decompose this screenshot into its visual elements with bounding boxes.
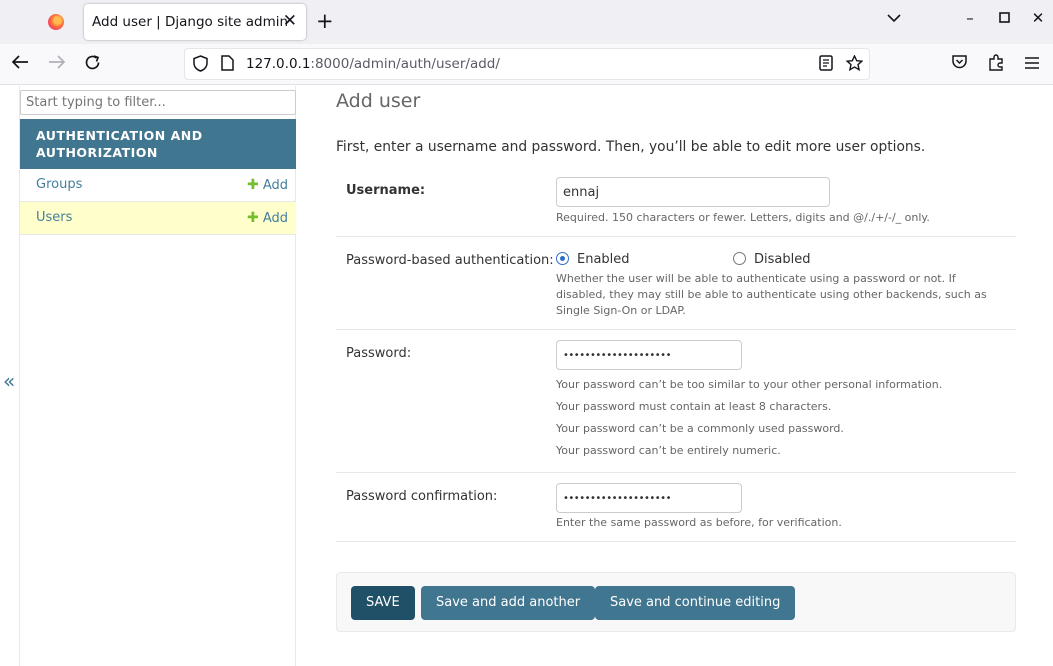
username-input[interactable]	[556, 177, 830, 207]
nav-bar: 127.0.0.1:8000/admin/auth/user/add/	[0, 44, 1053, 85]
pocket-icon[interactable]	[951, 54, 968, 75]
username-row: Username: Required. 150 characters or fe…	[336, 168, 1016, 237]
minimize-icon[interactable]: –	[960, 9, 980, 27]
password-confirm-help: Enter the same password as before, for v…	[556, 516, 842, 529]
save-button[interactable]: SAVE	[351, 586, 415, 620]
firefox-logo-icon[interactable]	[48, 14, 64, 30]
page-info-icon[interactable]	[221, 55, 234, 75]
tab-title: Add user | Django site admin	[92, 14, 289, 30]
username-label: Username:	[346, 183, 426, 198]
username-help: Required. 150 characters or fewer. Lette…	[556, 211, 930, 224]
usable-password-row: Password-based authentication: Enabled D…	[336, 237, 1016, 330]
password-help-item: Your password can’t be entirely numeric.	[556, 444, 781, 457]
password-help-item: Your password can’t be too similar to yo…	[556, 378, 943, 391]
password-label: Password:	[346, 346, 412, 361]
sidebar-filter-input[interactable]	[20, 90, 296, 115]
password-confirm-label: Password confirmation:	[346, 489, 498, 504]
maximize-icon[interactable]	[994, 9, 1014, 27]
radio-disabled[interactable]: Disabled	[733, 252, 810, 267]
back-arrow-icon[interactable]	[11, 54, 29, 75]
url-host: 127.0.0.1	[246, 56, 311, 72]
url-path: :8000/admin/auth/user/add/	[310, 56, 500, 72]
submit-row: SAVE Save and add another Save and conti…	[336, 572, 1016, 632]
url-text[interactable]: 127.0.0.1:8000/admin/auth/user/add/	[246, 56, 500, 72]
tracking-protection-shield-icon[interactable]	[193, 55, 208, 76]
usable-password-label: Password-based authentication:	[346, 253, 554, 268]
password-row: Password: Your password can’t be too sim…	[336, 330, 1016, 473]
password-confirm-input[interactable]	[556, 483, 742, 513]
radio-disabled-dot[interactable]	[733, 252, 746, 265]
address-bar[interactable]: 127.0.0.1:8000/admin/auth/user/add/	[184, 48, 870, 80]
close-tab-icon[interactable]: ✕	[283, 11, 297, 31]
password-help-item: Your password must contain at least 8 ch…	[556, 400, 832, 413]
radio-enabled-label: Enabled	[577, 252, 630, 267]
add-plus-icon: ✚	[246, 210, 259, 226]
sidebar-item-groups: Groups ✚ Add	[20, 169, 296, 202]
password-input[interactable]	[556, 340, 742, 370]
groups-add-label: Add	[262, 178, 288, 193]
radio-disabled-label: Disabled	[754, 252, 811, 267]
radio-enabled[interactable]: Enabled	[556, 252, 630, 267]
nav-sidebar: AUTHENTICATION AND AUTHORIZATION Groups …	[19, 86, 296, 666]
users-add-link[interactable]: ✚ Add	[247, 210, 288, 226]
usable-password-help: Whether the user will be able to authent…	[556, 272, 987, 317]
tab-bar: Add user | Django site admin ✕ + – ✕	[0, 0, 1053, 44]
users-link[interactable]: Users	[36, 210, 72, 225]
page-title: Add user	[336, 90, 421, 112]
module-caption-auth[interactable]: AUTHENTICATION AND AUTHORIZATION	[20, 119, 296, 169]
extensions-puzzle-icon[interactable]	[988, 54, 1004, 76]
list-all-tabs-chevron-icon[interactable]	[887, 12, 901, 27]
reader-view-icon[interactable]	[819, 55, 833, 75]
save-and-add-another-button[interactable]: Save and add another	[421, 586, 596, 620]
hamburger-menu-icon[interactable]	[1024, 54, 1040, 75]
reload-icon[interactable]	[84, 54, 101, 76]
add-plus-icon: ✚	[246, 177, 259, 193]
save-and-continue-button[interactable]: Save and continue editing	[595, 586, 796, 620]
intro-text: First, enter a username and password. Th…	[336, 139, 926, 155]
active-tab[interactable]: Add user | Django site admin ✕	[84, 4, 306, 40]
collapse-sidebar-toggle[interactable]: «	[3, 369, 15, 393]
bookmark-star-icon[interactable]	[845, 54, 864, 75]
close-window-icon[interactable]: ✕	[1028, 9, 1048, 27]
groups-add-link[interactable]: ✚ Add	[247, 177, 288, 193]
password-help-item: Your password can’t be a commonly used p…	[556, 422, 844, 435]
forward-arrow-icon[interactable]	[48, 54, 66, 75]
password-confirm-row: Password confirmation: Enter the same pa…	[336, 473, 1016, 542]
sidebar-item-users: Users ✚ Add	[20, 202, 296, 235]
new-tab-icon[interactable]: +	[316, 10, 334, 32]
groups-link[interactable]: Groups	[36, 177, 82, 192]
users-add-label: Add	[262, 211, 288, 226]
radio-enabled-dot[interactable]	[556, 252, 569, 265]
